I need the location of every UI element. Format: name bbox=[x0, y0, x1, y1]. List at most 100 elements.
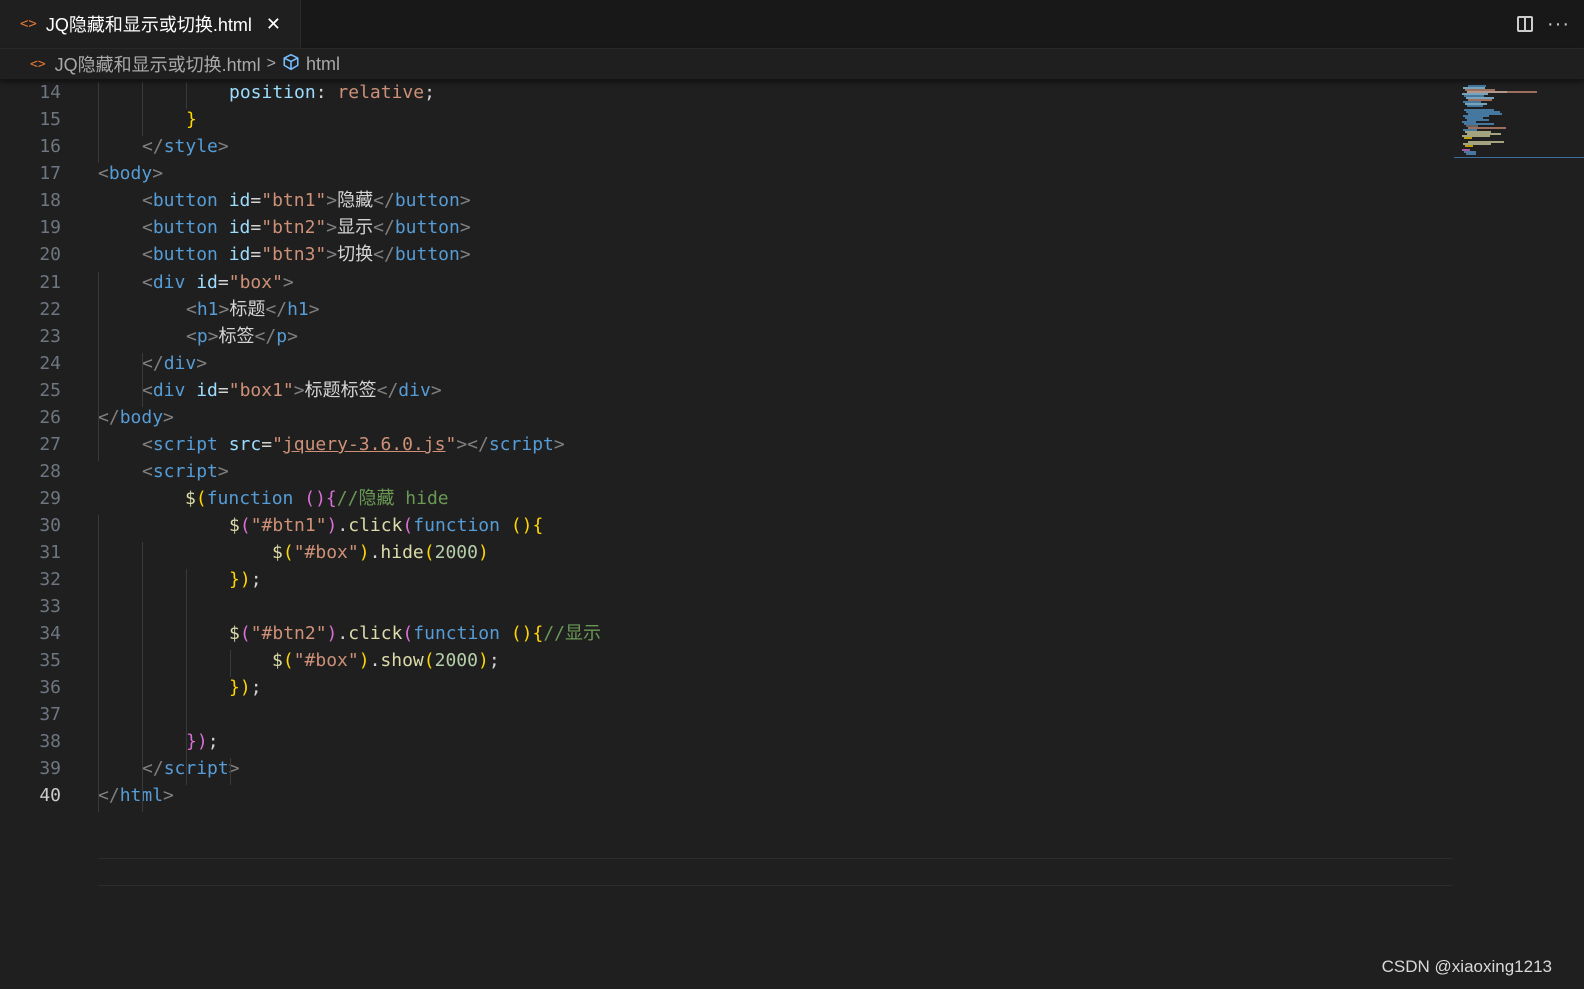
code-line[interactable]: 26 </body> bbox=[0, 404, 1452, 431]
code-line[interactable]: 34 $("#btn2").click(function (){//显示 bbox=[0, 620, 1452, 647]
code-token: > bbox=[308, 299, 320, 320]
code-line[interactable]: 35 $("#box").show(2000); bbox=[0, 647, 1452, 674]
code-token: . bbox=[369, 542, 381, 563]
code-line[interactable]: 29 $(function (){//隐藏 hide bbox=[0, 485, 1452, 512]
code-token: "btn2" bbox=[261, 217, 327, 238]
code-token: > bbox=[217, 461, 229, 482]
code-line[interactable]: 23 <p>标签</p> bbox=[0, 323, 1452, 350]
indent-guide bbox=[142, 82, 143, 136]
code-line[interactable]: 25 <div id="box1">标题标签</div> bbox=[0, 377, 1452, 404]
breadcrumb-file[interactable]: JQ隐藏和显示或切换.html bbox=[55, 51, 261, 77]
code-line[interactable]: 37 bbox=[0, 701, 1452, 728]
code-line[interactable]: 22 <h1>标题</h1> bbox=[0, 296, 1452, 323]
line-number: 21 bbox=[39, 272, 61, 293]
code-token: relative bbox=[337, 82, 425, 103]
code-token: = bbox=[217, 380, 229, 401]
code-token: > bbox=[326, 244, 338, 265]
code-token: > bbox=[287, 326, 298, 347]
code-line[interactable]: 14 position: relative; bbox=[0, 79, 1452, 106]
indent-guide bbox=[142, 542, 143, 812]
code-line[interactable]: 39 </script> bbox=[0, 755, 1452, 782]
code-token: </ bbox=[373, 217, 395, 238]
code-text: } bbox=[186, 106, 197, 133]
minimap-line bbox=[1465, 145, 1473, 147]
code-token: ></ bbox=[456, 434, 489, 455]
code-token: > bbox=[163, 407, 174, 428]
code-text: <div id="box"> bbox=[142, 269, 294, 296]
split-editor-icon[interactable] bbox=[1517, 16, 1534, 32]
code-line[interactable]: 20 <button id="btn3">切换</button> bbox=[0, 241, 1452, 268]
code-token: < bbox=[186, 299, 197, 320]
code-text: <script src="jquery-3.6.0.js"></script> bbox=[142, 431, 565, 458]
code-token: ; bbox=[207, 731, 219, 752]
code-token: hide bbox=[380, 542, 424, 563]
code-token: id bbox=[196, 272, 218, 293]
code-token: button bbox=[394, 190, 460, 211]
code-line[interactable]: 15} bbox=[0, 106, 1452, 133]
code-line[interactable]: 30 $("#btn1").click(function (){ bbox=[0, 512, 1452, 539]
code-line[interactable]: 19 <button id="btn2">显示</button> bbox=[0, 214, 1452, 241]
breadcrumb-symbol[interactable]: html bbox=[306, 54, 340, 75]
code-text: </div> bbox=[142, 350, 207, 377]
code-token: " bbox=[445, 434, 457, 455]
code-line[interactable]: 21 <div id="box"> bbox=[0, 269, 1452, 296]
indent-guide bbox=[98, 515, 99, 812]
code-text: position: relative; bbox=[229, 79, 435, 106]
code-token: </ bbox=[142, 353, 164, 374]
code-line[interactable]: 38}); bbox=[0, 728, 1452, 755]
code-text: $("#btn2").click(function (){//显示 bbox=[229, 620, 601, 647]
code-text: <script> bbox=[142, 458, 229, 485]
code-line[interactable]: 33 bbox=[0, 593, 1452, 620]
code-token: id bbox=[228, 244, 251, 265]
code-token: </ bbox=[373, 244, 395, 265]
code-line[interactable]: 27 <script src="jquery-3.6.0.js"></script… bbox=[0, 431, 1452, 458]
code-line[interactable]: 32}); bbox=[0, 566, 1452, 593]
more-actions-icon[interactable]: ··· bbox=[1547, 13, 1570, 36]
code-line[interactable]: 24 </div> bbox=[0, 350, 1452, 377]
editor-tab[interactable]: <> JQ隐藏和显示或切换.html ✕ bbox=[0, 0, 301, 48]
code-token: script bbox=[152, 434, 218, 455]
code-token: < bbox=[142, 272, 153, 293]
code-token: ; bbox=[250, 569, 262, 590]
code-token: 2000 bbox=[434, 650, 478, 671]
code-text: </html> bbox=[98, 782, 174, 809]
line-number: 25 bbox=[39, 380, 61, 401]
code-token: > bbox=[459, 217, 471, 238]
code-token: > bbox=[293, 380, 305, 401]
code-token: p bbox=[276, 326, 288, 347]
code-token: ) bbox=[358, 650, 370, 671]
code-token: $ bbox=[272, 542, 283, 563]
code-token: = bbox=[250, 190, 262, 211]
code-line[interactable]: 17 <body> bbox=[0, 160, 1452, 187]
close-icon[interactable]: ✕ bbox=[266, 14, 281, 35]
code-token: //显示 bbox=[543, 623, 602, 644]
code-line[interactable]: 36}); bbox=[0, 674, 1452, 701]
code-token: script bbox=[163, 758, 229, 779]
cube-icon bbox=[282, 53, 300, 76]
code-token: 标题 bbox=[229, 299, 266, 320]
code-line[interactable]: 40 </html> bbox=[0, 782, 1452, 809]
line-number: 33 bbox=[39, 596, 61, 617]
html-file-icon: <> bbox=[30, 56, 46, 72]
code-line[interactable]: 31 $("#box").hide(2000) bbox=[0, 539, 1452, 566]
code-token: script bbox=[152, 461, 218, 482]
code-token: click bbox=[348, 515, 403, 536]
code-line[interactable]: 18 <button id="btn1">隐藏</button> bbox=[0, 187, 1452, 214]
code-line[interactable]: 28 <script> bbox=[0, 458, 1452, 485]
minimap[interactable] bbox=[1454, 79, 1584, 179]
code-token: </ bbox=[142, 758, 164, 779]
code-token: { bbox=[325, 488, 337, 509]
code-text: }); bbox=[229, 566, 262, 593]
code-token: //隐藏 hide bbox=[336, 488, 449, 509]
code-token: }) bbox=[229, 569, 251, 590]
code-text: <div id="box1">标题标签</div> bbox=[142, 377, 442, 404]
code-line[interactable]: 16 </style> bbox=[0, 133, 1452, 160]
code-token: </ bbox=[373, 190, 395, 211]
code-token: < bbox=[142, 190, 153, 211]
breadcrumb: <> JQ隐藏和显示或切换.html > html bbox=[0, 49, 1584, 79]
code-editor[interactable]: 14 position: relative; 15} 16 </style> 17 <bod… bbox=[0, 79, 1454, 979]
minimap-slider[interactable] bbox=[1454, 157, 1584, 158]
code-text: $("#btn1").click(function (){ bbox=[229, 512, 543, 539]
